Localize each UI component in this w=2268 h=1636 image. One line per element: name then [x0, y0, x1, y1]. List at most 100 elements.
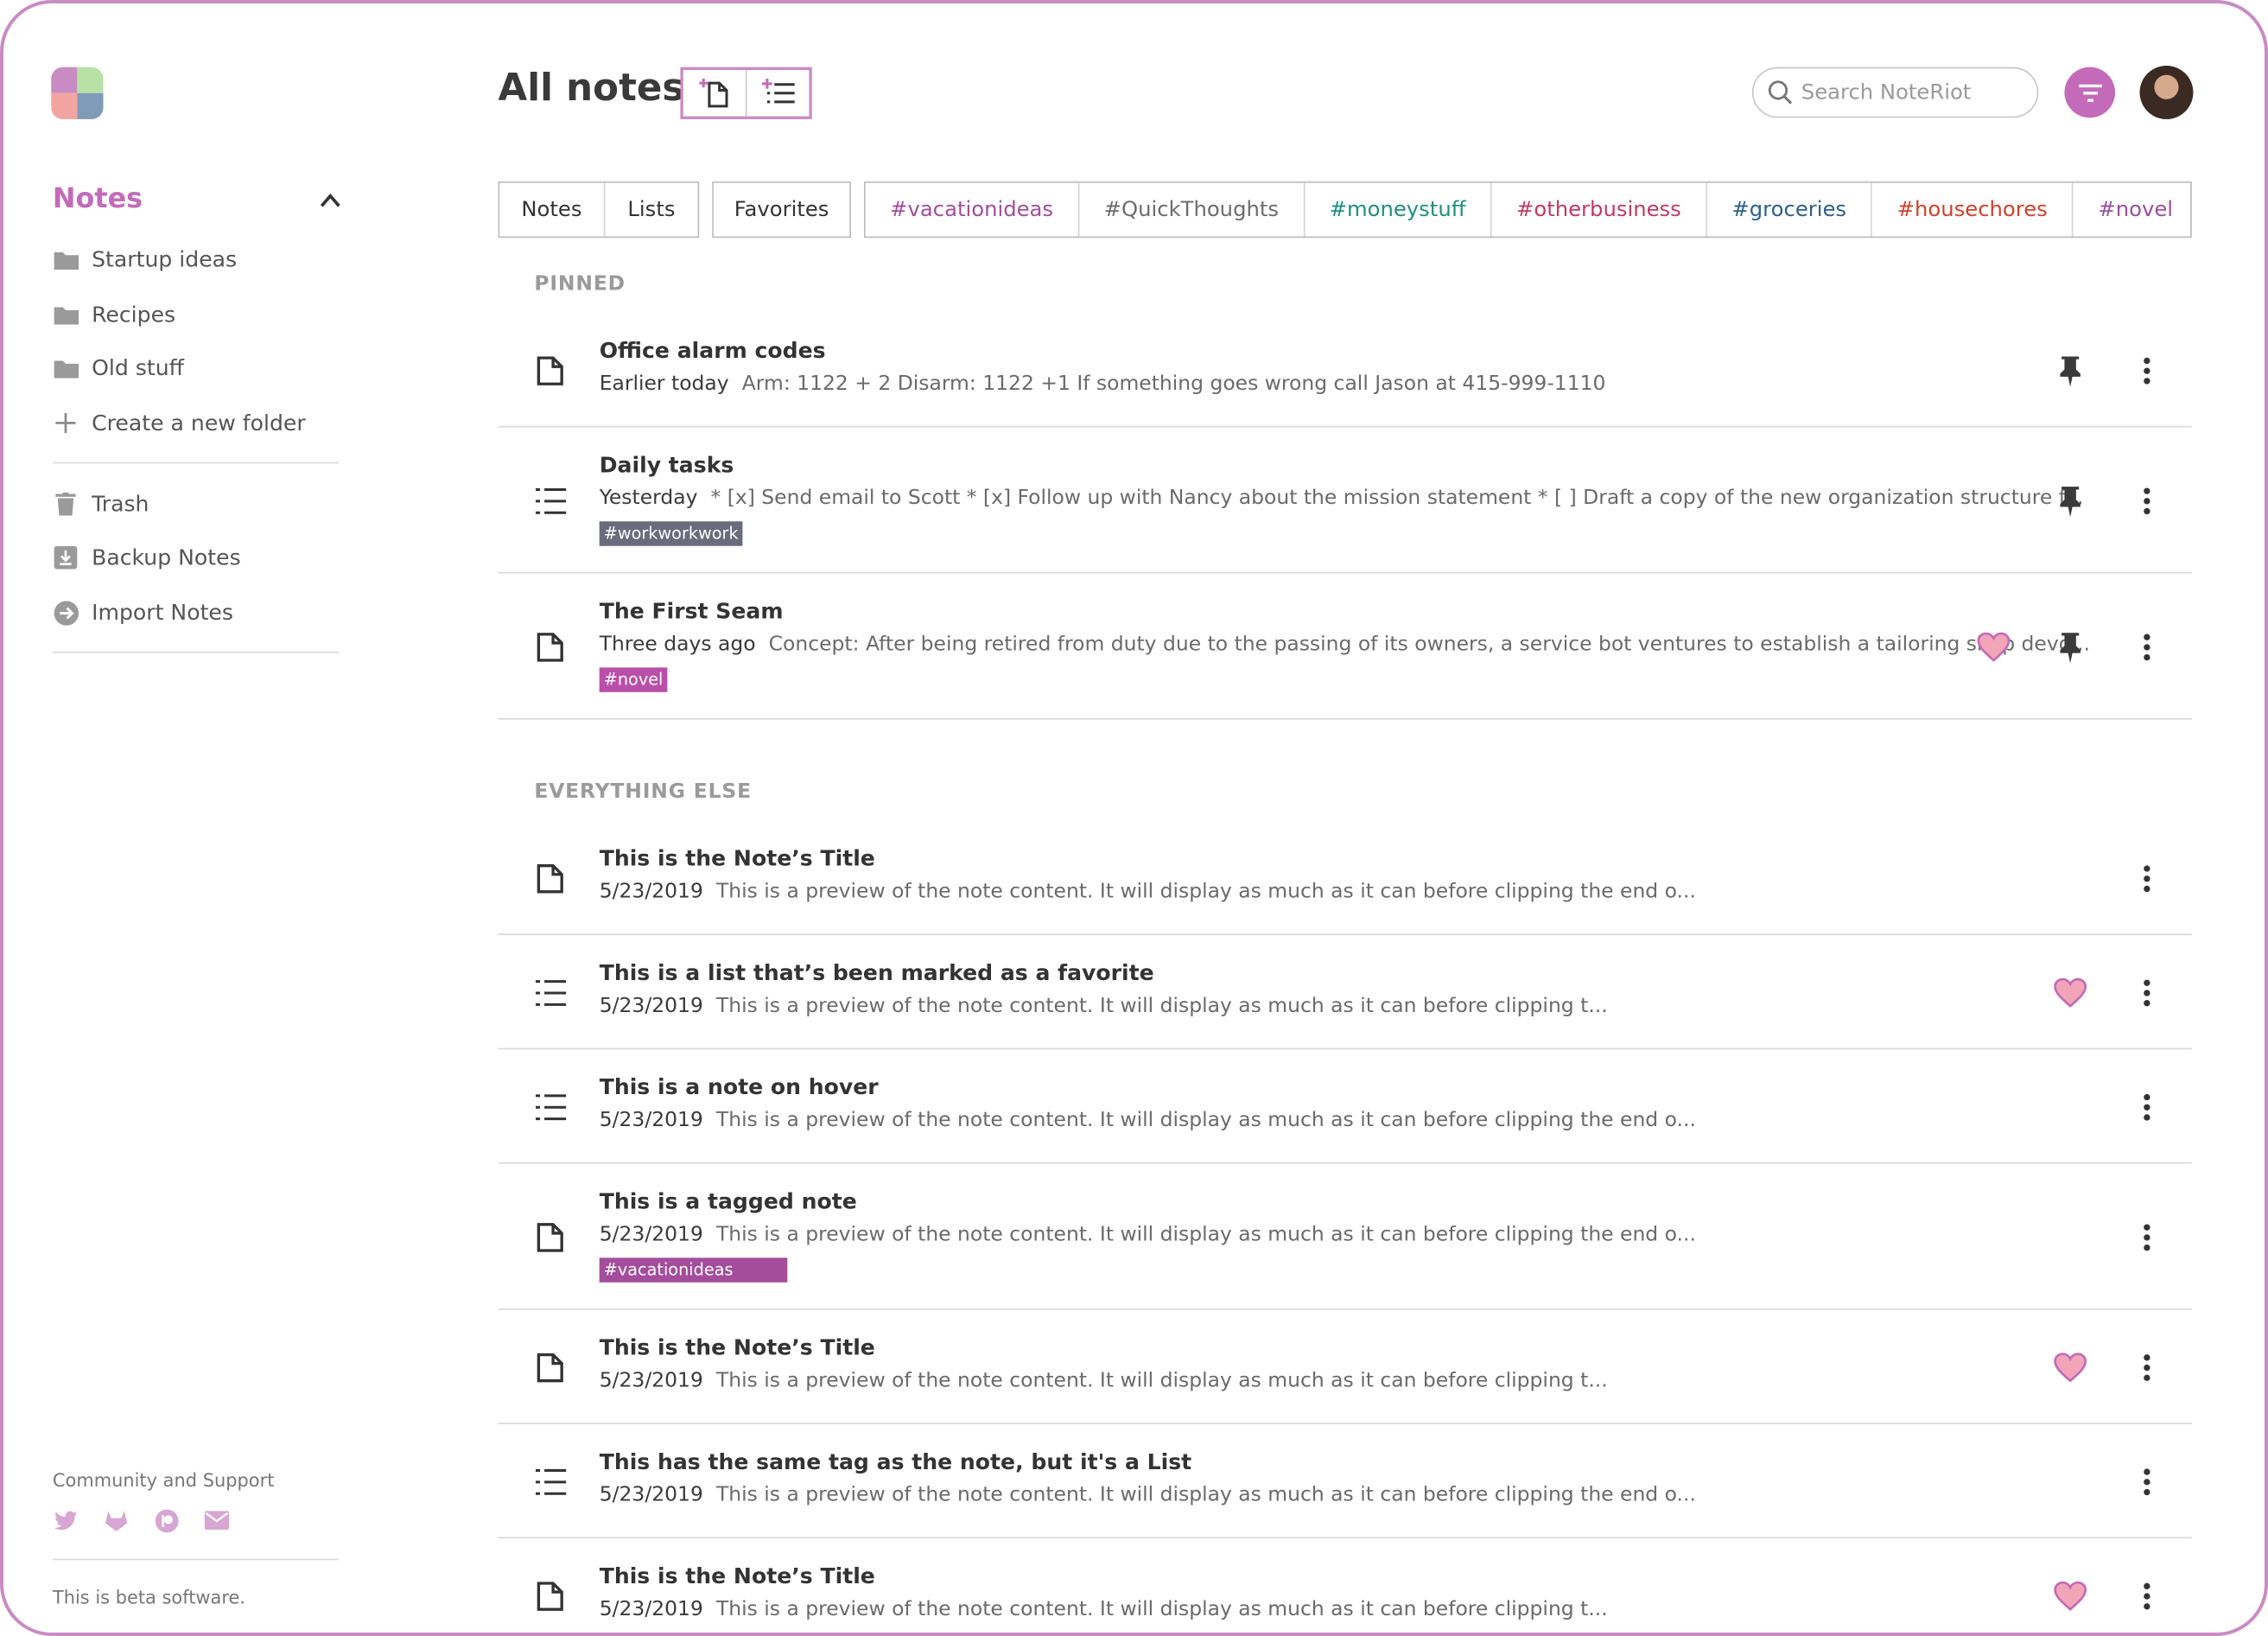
note-preview: This is a preview of the note content. I…: [715, 1369, 1608, 1393]
search-input[interactable]: [1801, 80, 2018, 105]
list-icon: [533, 1089, 568, 1124]
more-options-icon[interactable]: [2132, 861, 2161, 895]
note-date: 5/23/2019: [599, 1223, 703, 1246]
list-icon: [533, 483, 568, 518]
tab-tag[interactable]: #moneystuff: [1305, 182, 1492, 237]
sidebar-import-notes[interactable]: Import Notes: [53, 595, 233, 630]
note-meta: 5/23/2019 This is a preview of the note c…: [600, 1484, 1696, 1507]
note-meta: 5/23/2019 This is a preview of the note c…: [600, 1369, 1608, 1392]
note-meta: Yesterday * [x] Send email to Scott * [x]…: [600, 487, 2084, 510]
more-options-icon[interactable]: [2132, 353, 2161, 387]
note-meta: 5/23/2019 This is a preview of the note c…: [600, 995, 1608, 1018]
new-list-button[interactable]: [746, 70, 809, 117]
note-row[interactable]: This has the same tag as the note, but i…: [498, 1424, 2192, 1539]
sidebar-folder-label: Old stuff: [92, 354, 184, 381]
heart-icon[interactable]: [2053, 1350, 2087, 1385]
pin-icon[interactable]: [2053, 483, 2087, 518]
note-tag[interactable]: #vacationideas: [599, 1257, 788, 1283]
sidebar-folder-startup-ideas[interactable]: Startup ideas: [53, 242, 237, 277]
filter-icon: [2078, 83, 2102, 101]
note-preview: This is a preview of the note content. I…: [715, 1597, 1608, 1621]
note-preview: * [x] Send email to Scott * [x] Follow u…: [710, 487, 2084, 510]
folder-icon: [53, 246, 79, 272]
notes-section-header[interactable]: Notes: [53, 183, 342, 221]
note-row[interactable]: This is the Note’s Title 5/23/2019 This is…: [498, 821, 2192, 936]
note-row[interactable]: This is the Note’s Title 5/23/2019 This is…: [499, 1538, 2192, 1633]
note-row[interactable]: This is the Note’s Title 5/23/2019 This is…: [498, 1310, 2192, 1424]
heart-icon[interactable]: [2053, 975, 2087, 1009]
gitlab-icon[interactable]: [104, 1508, 128, 1532]
tab-tag[interactable]: #housechores: [1872, 182, 2074, 237]
more-options-icon[interactable]: [2132, 1464, 2161, 1499]
heart-icon[interactable]: [1976, 629, 2011, 664]
tab-lists[interactable]: Lists: [603, 182, 698, 237]
note-date: 5/23/2019: [599, 1597, 703, 1621]
note-tag[interactable]: #workworkwork: [599, 521, 743, 546]
community-label: Community and Support: [52, 1468, 275, 1491]
note-icon: [533, 1578, 568, 1613]
more-options-icon[interactable]: [2132, 1219, 2161, 1254]
note-row[interactable]: This is a list that’s been marked as a f…: [498, 935, 2192, 1050]
everything-else-section-label: EVERYTHING ELSE: [534, 780, 752, 804]
app-logo[interactable]: [51, 67, 104, 119]
sidebar-folder-old-stuff[interactable]: Old stuff: [53, 351, 184, 385]
note-row[interactable]: Daily tasks Yesterday * [x] Send email to …: [498, 427, 2192, 574]
more-options-icon[interactable]: [2132, 1089, 2161, 1124]
tab-tag[interactable]: #QuickThoughts: [1079, 182, 1306, 237]
note-meta: 5/23/2019 This is a preview of the note c…: [600, 880, 1696, 903]
note-preview: Arm: 1122 + 2 Disarm: 1122 +1 If somethi…: [741, 372, 1606, 396]
create-folder-button[interactable]: Create a new folder: [53, 405, 306, 440]
favorites-tab-box: Favorites: [712, 181, 851, 239]
twitter-icon[interactable]: [53, 1508, 77, 1532]
tab-tag[interactable]: #vacationideas: [866, 182, 1080, 237]
sidebar-folder-recipes[interactable]: Recipes: [53, 297, 175, 332]
note-meta: Three days ago Concept: After being retir…: [600, 633, 2090, 656]
note-row[interactable]: This is a note on hover 5/23/2019 This is …: [498, 1049, 2192, 1164]
pin-icon[interactable]: [2053, 353, 2087, 387]
note-row[interactable]: This is a tagged note 5/23/2019 This is a …: [498, 1164, 2192, 1310]
sidebar-backup-notes[interactable]: Backup Notes: [53, 540, 241, 575]
note-tag[interactable]: #novel: [599, 667, 668, 692]
note-row[interactable]: Office alarm codes Earlier today Arm: 1122…: [498, 313, 2192, 428]
note-meta: Earlier today Arm: 1122 + 2 Disarm: 1122 …: [600, 372, 1606, 396]
more-options-icon[interactable]: [2132, 975, 2161, 1009]
pin-icon[interactable]: [2053, 629, 2087, 664]
note-title: Daily tasks: [599, 451, 734, 479]
more-options-icon[interactable]: [2132, 1578, 2161, 1613]
search-icon: [1768, 80, 1793, 105]
tab-tag[interactable]: #otherbusiness: [1492, 182, 1707, 237]
note-date: Three days ago: [599, 633, 756, 656]
notes-section-title: Notes: [52, 182, 143, 215]
create-folder-label: Create a new folder: [92, 410, 306, 436]
tab-favorites[interactable]: Favorites: [714, 183, 849, 237]
note-row[interactable]: The First Seam Three days ago Concept: Aft…: [498, 574, 2192, 720]
new-list-icon: [761, 79, 794, 104]
patreon-icon[interactable]: [154, 1508, 178, 1532]
new-note-button[interactable]: [683, 70, 747, 117]
more-options-icon[interactable]: [2132, 483, 2161, 518]
tab-tag[interactable]: #groceries: [1707, 182, 1873, 237]
tab-tag[interactable]: #novel: [2074, 183, 2190, 237]
trash-icon: [53, 491, 79, 517]
chevron-up-icon[interactable]: [319, 192, 342, 209]
sidebar-trash[interactable]: Trash: [53, 487, 149, 521]
more-options-icon[interactable]: [2132, 1350, 2161, 1385]
avatar[interactable]: [2139, 65, 2194, 119]
note-preview: This is a preview of the note content. I…: [715, 994, 1608, 1018]
filter-button[interactable]: [2064, 67, 2116, 118]
tab-notes[interactable]: Notes: [499, 183, 604, 237]
sidebar-folder-label: Startup ideas: [92, 246, 238, 273]
new-item-toggle: [680, 67, 812, 119]
note-title: The First Seam: [599, 598, 784, 625]
more-options-icon[interactable]: [2132, 629, 2161, 664]
heart-icon[interactable]: [2053, 1578, 2087, 1613]
social-links: [53, 1508, 230, 1532]
sidebar-divider: [52, 651, 340, 653]
note-title: This has the same tag as the note, but i…: [599, 1448, 1192, 1475]
note-preview: This is a preview of the note content. I…: [715, 1483, 1696, 1507]
note-icon: [533, 1350, 568, 1385]
mail-icon[interactable]: [204, 1508, 230, 1532]
note-icon: [533, 629, 568, 664]
import-icon: [53, 600, 79, 626]
note-title: This is the Note’s Title: [599, 1563, 875, 1589]
